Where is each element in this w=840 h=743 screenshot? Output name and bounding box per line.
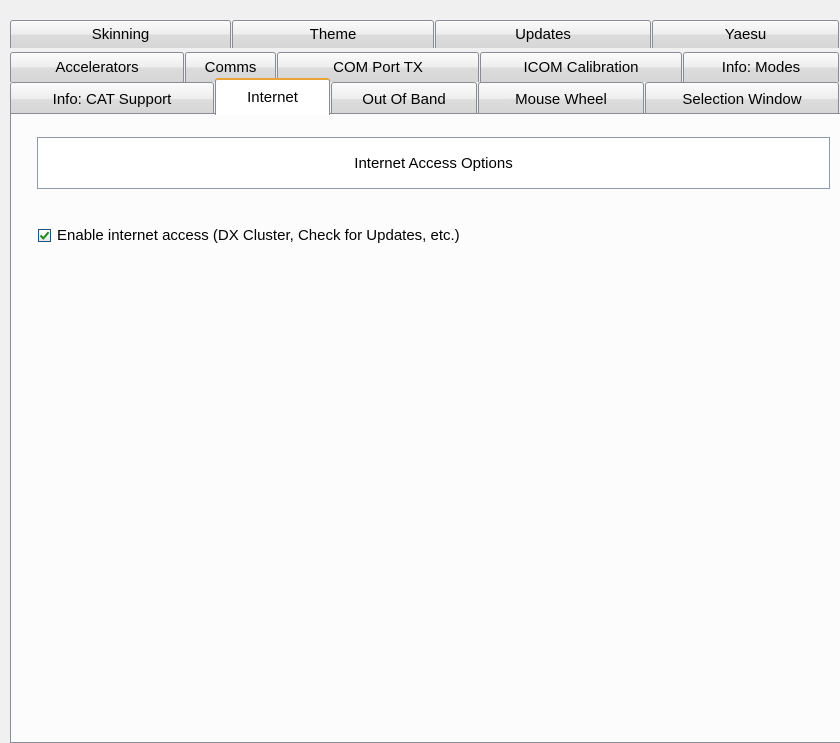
tab-selection-window[interactable]: Selection Window	[645, 82, 839, 115]
tab-label: Theme	[309, 26, 357, 43]
enable-internet-access-label[interactable]: Enable internet access (DX Cluster, Chec…	[57, 227, 460, 244]
enable-internet-access-option[interactable]: Enable internet access (DX Cluster, Chec…	[38, 227, 460, 244]
tab-accelerators[interactable]: Accelerators	[10, 52, 184, 82]
tab-label: Selection Window	[682, 90, 802, 108]
tab-updates[interactable]: Updates	[435, 20, 651, 48]
internet-access-options-header: Internet Access Options	[37, 137, 830, 189]
tab-skinning[interactable]: Skinning	[10, 20, 231, 48]
checkmark-icon	[39, 231, 50, 240]
tab-label: Mouse Wheel	[515, 90, 607, 108]
tab-label: Accelerators	[55, 59, 139, 76]
tab-internet[interactable]: Internet	[215, 78, 330, 115]
tab-label: Skinning	[91, 26, 150, 43]
tab-label: Info: Modes	[721, 59, 801, 76]
tab-label: Yaesu	[724, 26, 767, 43]
tab-mouse-wheel[interactable]: Mouse Wheel	[478, 82, 644, 115]
tab-icom-calibration[interactable]: ICOM Calibration	[480, 52, 682, 82]
section-title: Internet Access Options	[354, 154, 513, 172]
tab-label: ICOM Calibration	[523, 59, 639, 76]
internet-tab-panel: Internet Access Options Enable internet …	[10, 113, 840, 743]
tab-label: COM Port TX	[333, 59, 423, 76]
tab-label: Internet	[247, 89, 298, 106]
tab-label: Info: CAT Support	[52, 90, 172, 108]
tab-label: Comms	[204, 59, 257, 76]
tab-label: Updates	[515, 26, 571, 43]
tab-info-modes[interactable]: Info: Modes	[683, 52, 839, 82]
tab-theme[interactable]: Theme	[232, 20, 434, 48]
tab-yaesu[interactable]: Yaesu	[652, 20, 839, 48]
enable-internet-access-checkbox[interactable]	[38, 229, 51, 242]
tab-label: Out Of Band	[362, 90, 446, 108]
tab-info-cat-support[interactable]: Info: CAT Support	[10, 82, 214, 115]
tab-out-of-band[interactable]: Out Of Band	[331, 82, 477, 115]
